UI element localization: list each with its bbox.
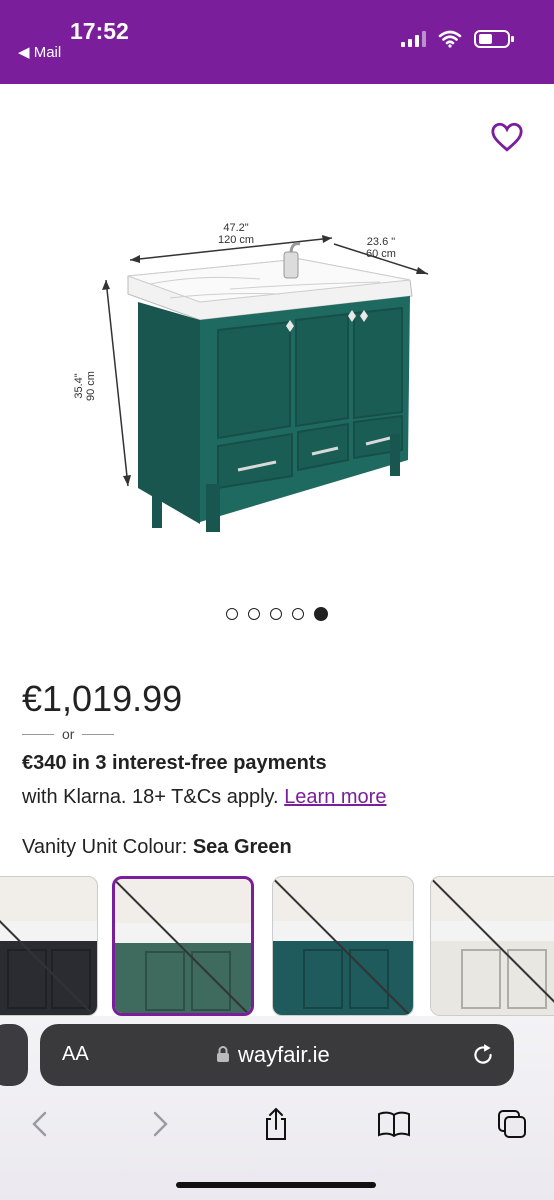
gallery-dot[interactable] bbox=[270, 608, 282, 620]
swatch-teal[interactable] bbox=[272, 876, 414, 1016]
forward-button[interactable] bbox=[138, 1102, 182, 1146]
status-time: 17:52 bbox=[70, 18, 129, 44]
reader-settings-button[interactable]: AA bbox=[62, 1043, 89, 1066]
dimension-height: 35.4" 90 cm bbox=[73, 371, 97, 401]
dimension-height-in: 35.4" bbox=[72, 373, 85, 399]
colour-value: Sea Green bbox=[192, 836, 292, 858]
colour-label: Vanity Unit Colour: bbox=[22, 836, 188, 858]
cellular-signal-icon bbox=[401, 31, 426, 47]
chevron-right-icon bbox=[153, 1111, 168, 1137]
gallery-dot[interactable] bbox=[226, 608, 238, 620]
dimension-depth: 23.6 " 60 cm bbox=[366, 236, 396, 260]
tabs-icon bbox=[498, 1110, 526, 1138]
address-bar[interactable]: AA wayfair.ie bbox=[40, 1024, 514, 1086]
dimension-width-cm: 120 cm bbox=[218, 234, 255, 246]
share-icon bbox=[266, 1107, 286, 1140]
previous-tab-pill[interactable] bbox=[0, 1024, 28, 1086]
reload-icon[interactable] bbox=[470, 1042, 496, 1068]
home-indicator bbox=[176, 1182, 376, 1188]
colour-swatches bbox=[0, 876, 554, 1016]
battery-icon bbox=[474, 30, 514, 48]
vanity-unit-illustration bbox=[102, 235, 429, 532]
back-button[interactable] bbox=[18, 1102, 62, 1146]
dimension-width: 47.2" 120 cm bbox=[218, 222, 254, 246]
status-icons bbox=[401, 30, 514, 48]
swatch-white[interactable] bbox=[430, 876, 554, 1016]
product-image[interactable]: 47.2" 120 cm 23.6 " 60 cm 35.4" 90 cm bbox=[0, 84, 554, 634]
browser-toolbar bbox=[0, 1102, 554, 1146]
dimension-depth-cm: 60 cm bbox=[366, 248, 396, 260]
gallery-dot-active[interactable] bbox=[314, 607, 328, 621]
product-price: €1,019.99 bbox=[22, 678, 183, 719]
klarna-info: with Klarna. 18+ T&Cs apply. Learn more bbox=[22, 786, 386, 809]
swatch-sea-green[interactable] bbox=[112, 876, 254, 1016]
book-icon bbox=[378, 1111, 410, 1138]
gallery-dot[interactable] bbox=[292, 608, 304, 620]
back-to-mail-link[interactable]: ◀ Mail bbox=[18, 43, 61, 61]
share-button[interactable] bbox=[254, 1102, 298, 1146]
dimension-width-in: 47.2" bbox=[223, 222, 249, 234]
bookmarks-button[interactable] bbox=[372, 1102, 416, 1146]
dimension-depth-in: 23.6 " bbox=[366, 236, 396, 248]
lock-icon bbox=[217, 1046, 229, 1062]
tabs-button[interactable] bbox=[490, 1102, 534, 1146]
heart-icon[interactable] bbox=[490, 120, 524, 154]
dimension-height-cm: 90 cm bbox=[84, 371, 97, 401]
status-bar: 17:52 ◀ Mail bbox=[0, 0, 554, 84]
learn-more-link[interactable]: Learn more bbox=[284, 786, 386, 808]
gallery-dot[interactable] bbox=[248, 608, 260, 620]
klarna-headline: €340 in 3 interest-free payments bbox=[22, 752, 327, 774]
klarna-sub: with Klarna. 18+ T&Cs apply. bbox=[22, 786, 279, 808]
wifi-icon bbox=[438, 30, 462, 48]
colour-selector-label: Vanity Unit Colour: Sea Green bbox=[22, 836, 292, 859]
url-domain[interactable]: wayfair.ie bbox=[238, 1042, 330, 1068]
swatch-black[interactable] bbox=[0, 876, 98, 1016]
browser-chrome: AA wayfair.ie bbox=[0, 1016, 554, 1200]
or-label: or bbox=[62, 726, 75, 742]
or-divider: or bbox=[22, 726, 115, 742]
gallery-pagination bbox=[0, 607, 554, 621]
chevron-left-icon bbox=[32, 1111, 47, 1137]
